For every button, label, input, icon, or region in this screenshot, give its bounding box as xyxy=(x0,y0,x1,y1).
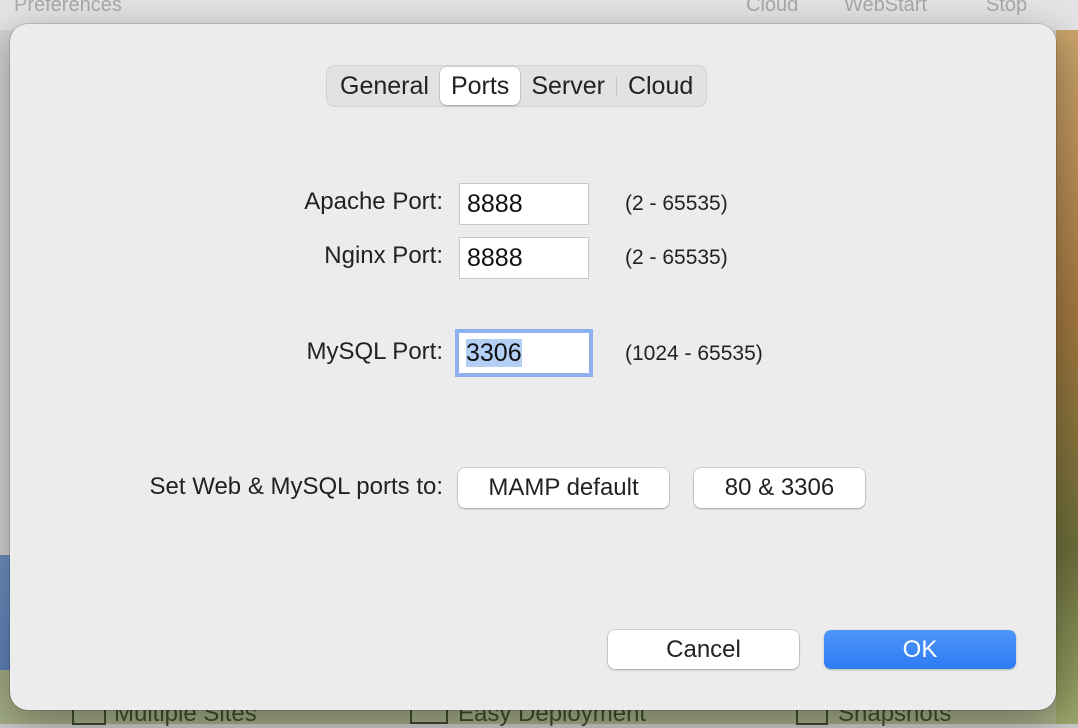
background-toolbar-item-cloud[interactable]: Cloud xyxy=(746,0,798,17)
tab-ports[interactable]: Ports xyxy=(439,67,521,105)
tab-server[interactable]: Server xyxy=(520,67,616,105)
cancel-button[interactable]: Cancel xyxy=(608,630,799,669)
preset-ports-label: Set Web & MySQL ports to: xyxy=(149,473,443,500)
preferences-tabs: General Ports Server Cloud xyxy=(326,65,708,107)
background-toolbar-item-webstart[interactable]: WebStart xyxy=(844,0,927,17)
mysql-port-value: 3306 xyxy=(466,339,522,367)
ok-button[interactable]: OK xyxy=(824,630,1016,669)
tab-cloud[interactable]: Cloud xyxy=(617,67,704,105)
mysql-port-field[interactable]: 3306 xyxy=(458,332,590,374)
mamp-default-button[interactable]: MAMP default xyxy=(458,468,669,508)
apache-port-range: (2 - 65535) xyxy=(625,192,728,215)
nginx-port-range: (2 - 65535) xyxy=(625,246,728,269)
background-toolbar-item-stop[interactable]: Stop xyxy=(986,0,1027,17)
desktop-wallpaper-edge xyxy=(1056,30,1078,724)
apache-port-label: Apache Port: xyxy=(304,188,443,215)
tab-general[interactable]: General xyxy=(329,67,440,105)
nginx-port-label: Nginx Port: xyxy=(324,242,443,269)
mysql-port-label: MySQL Port: xyxy=(306,338,443,365)
apache-port-field[interactable] xyxy=(459,183,589,225)
mysql-port-range: (1024 - 65535) xyxy=(625,342,763,365)
preferences-dialog: General Ports Server Cloud Apache Port: … xyxy=(10,24,1056,710)
nginx-port-field[interactable] xyxy=(459,237,589,279)
ports-80-3306-button[interactable]: 80 & 3306 xyxy=(694,468,865,508)
background-window-title: Preferences xyxy=(14,0,122,16)
